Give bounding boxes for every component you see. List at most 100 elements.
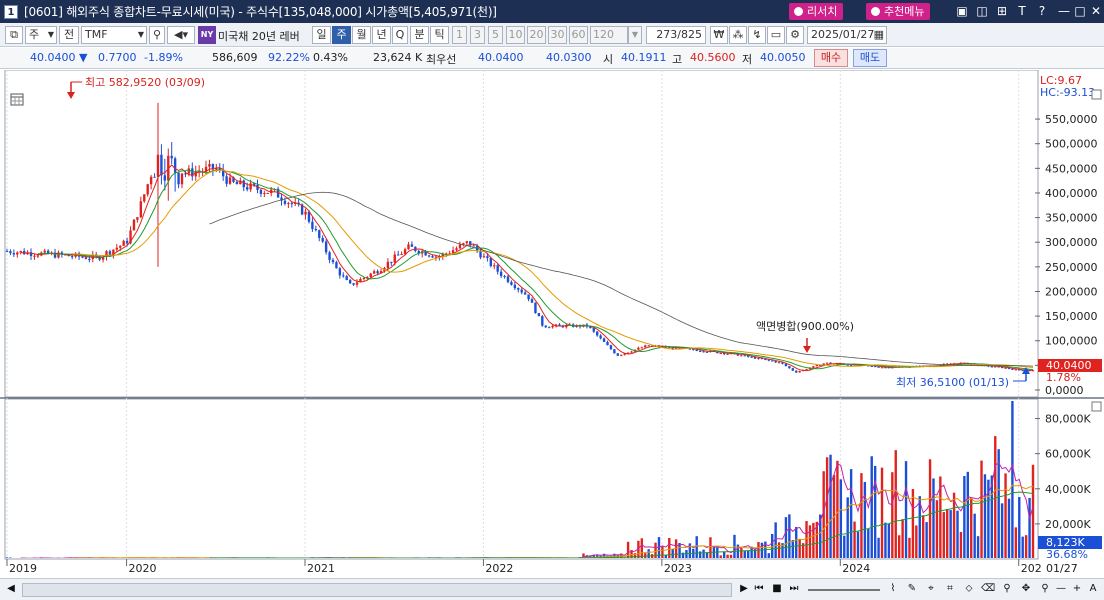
pane-maximize-icon[interactable]: [1091, 89, 1102, 100]
candle-body: [173, 158, 177, 173]
candle-body: [880, 367, 884, 369]
research-button[interactable]: 리서치: [789, 3, 844, 20]
grid-icon[interactable]: ⁂: [729, 26, 747, 44]
candle-body: [482, 256, 486, 258]
period-quarter[interactable]: Q: [392, 26, 408, 44]
volume-axis-label: 60,000K: [1045, 448, 1091, 461]
chart-area[interactable]: 550,0000 500,0000 450,0000 400,0000 350,0000…: [0, 69, 1104, 578]
fast-forward-icon[interactable]: ⏭: [787, 582, 801, 598]
currency-icon[interactable]: ₩: [710, 26, 728, 44]
sound-icon[interactable]: ◀▾: [167, 26, 195, 44]
period-day[interactable]: 일: [312, 26, 331, 44]
maximize-icon[interactable]: □: [1072, 4, 1088, 18]
scroll-track[interactable]: [22, 583, 732, 597]
pane-maximize-icon[interactable]: [1091, 401, 1102, 412]
candle-body: [352, 283, 355, 285]
volume-bar: [746, 550, 750, 558]
volume-bar: [647, 549, 650, 558]
interval-5[interactable]: 5: [488, 26, 503, 44]
zoom-out-icon[interactable]: —: [1054, 582, 1068, 598]
candle-body: [592, 327, 595, 332]
period-year[interactable]: 년: [372, 26, 391, 44]
candle-body: [647, 345, 650, 347]
zoom-slider[interactable]: [808, 589, 880, 591]
minimize-icon[interactable]: —: [1056, 4, 1072, 18]
scroll-left-icon[interactable]: ◀: [4, 582, 18, 598]
date-input[interactable]: 2025/01/27 ▦: [807, 26, 887, 44]
trade-amount: 23,624 K: [373, 51, 423, 64]
line-chart-icon[interactable]: ⌇: [886, 582, 900, 598]
interval-3[interactable]: 3: [470, 26, 485, 44]
count-input[interactable]: 273/825: [646, 26, 706, 44]
calendar-icon[interactable]: [10, 93, 24, 106]
ruler-icon[interactable]: ⌗: [943, 582, 957, 598]
interval-20[interactable]: 20: [527, 26, 546, 44]
text-size-icon[interactable]: A: [1086, 582, 1100, 598]
volume-axis-label: 80,000K: [1045, 413, 1091, 426]
volume-bar: [935, 500, 939, 558]
interval-120[interactable]: 120: [590, 26, 628, 44]
candle-body: [547, 327, 551, 329]
candle-body: [815, 365, 819, 367]
help-icon[interactable]: ?: [1034, 4, 1050, 18]
scroll-right-icon[interactable]: ▶: [737, 582, 751, 598]
zoom-in-icon[interactable]: +: [1070, 582, 1084, 598]
candle-body: [705, 351, 709, 353]
chevron-down-icon[interactable]: ▼: [628, 26, 642, 44]
window-link-icon[interactable]: ◫: [974, 4, 990, 18]
erase-icon[interactable]: ⌫: [981, 582, 995, 598]
search-icon[interactable]: ⚲: [149, 26, 165, 44]
save-icon[interactable]: ▭: [767, 26, 785, 44]
recommended-menu-button[interactable]: 추천메뉴: [866, 3, 931, 20]
candle-body: [506, 276, 510, 283]
volume-bar: [915, 525, 918, 558]
stop-icon[interactable]: ■: [770, 582, 784, 598]
candle-body: [5, 251, 9, 253]
price-volume-chart[interactable]: 550,0000 500,0000 450,0000 400,0000 350,0000…: [0, 69, 1104, 578]
marker-icon[interactable]: ⬦: [962, 582, 976, 598]
type-select[interactable]: 주 ▼: [25, 26, 57, 44]
volume-bar: [959, 531, 963, 558]
candle-body: [616, 353, 619, 356]
candle-body: [153, 176, 156, 178]
interval-60[interactable]: 60: [569, 26, 588, 44]
window-layout-icon[interactable]: ▣: [954, 4, 970, 18]
crosshair-icon[interactable]: ✥: [1019, 582, 1033, 598]
volume-bar: [808, 525, 812, 558]
cursor-icon[interactable]: ⌖: [924, 582, 938, 598]
buy-button[interactable]: 매수: [814, 49, 848, 67]
candle-body: [386, 261, 390, 269]
period-month[interactable]: 월: [352, 26, 371, 44]
close-icon[interactable]: ✕: [1088, 4, 1104, 18]
period-week[interactable]: 주: [332, 26, 351, 44]
rewind-icon[interactable]: ⏮: [752, 582, 766, 598]
candle-body: [527, 294, 530, 300]
candle-body: [530, 299, 534, 303]
split-annotation-text: 액면병합(900.00%): [756, 320, 854, 333]
pin-icon[interactable]: ⚲: [1000, 582, 1014, 598]
period-minute[interactable]: 분: [410, 26, 429, 44]
volume-bar: [798, 539, 801, 558]
volume-bar: [908, 537, 911, 558]
layout-icon[interactable]: ⧉: [5, 26, 23, 44]
interval-10[interactable]: 10: [506, 26, 525, 44]
trend-icon[interactable]: ↯: [748, 26, 766, 44]
symbol-input[interactable]: TMF ▼: [81, 26, 147, 44]
interval-1[interactable]: 1: [452, 26, 467, 44]
gear-icon[interactable]: ⚙: [786, 26, 804, 44]
interval-30[interactable]: 30: [548, 26, 567, 44]
volume-bar: [661, 546, 664, 558]
search-icon[interactable]: ⚲: [1038, 582, 1052, 598]
period-tick[interactable]: 틱: [430, 26, 449, 44]
prev-button[interactable]: 전: [59, 26, 79, 44]
volume-axis-label: 40,000K: [1045, 483, 1091, 496]
candle-body: [331, 259, 335, 263]
draw-tool-icon[interactable]: ✎: [905, 582, 919, 598]
font-icon[interactable]: T: [1014, 4, 1030, 18]
high-price: 40.5600: [690, 51, 736, 64]
candle-body: [328, 252, 331, 260]
candle-body: [606, 341, 609, 346]
sell-button[interactable]: 매도: [853, 49, 887, 67]
candle-body: [156, 154, 160, 177]
window-tile-icon[interactable]: ⊞: [994, 4, 1010, 18]
